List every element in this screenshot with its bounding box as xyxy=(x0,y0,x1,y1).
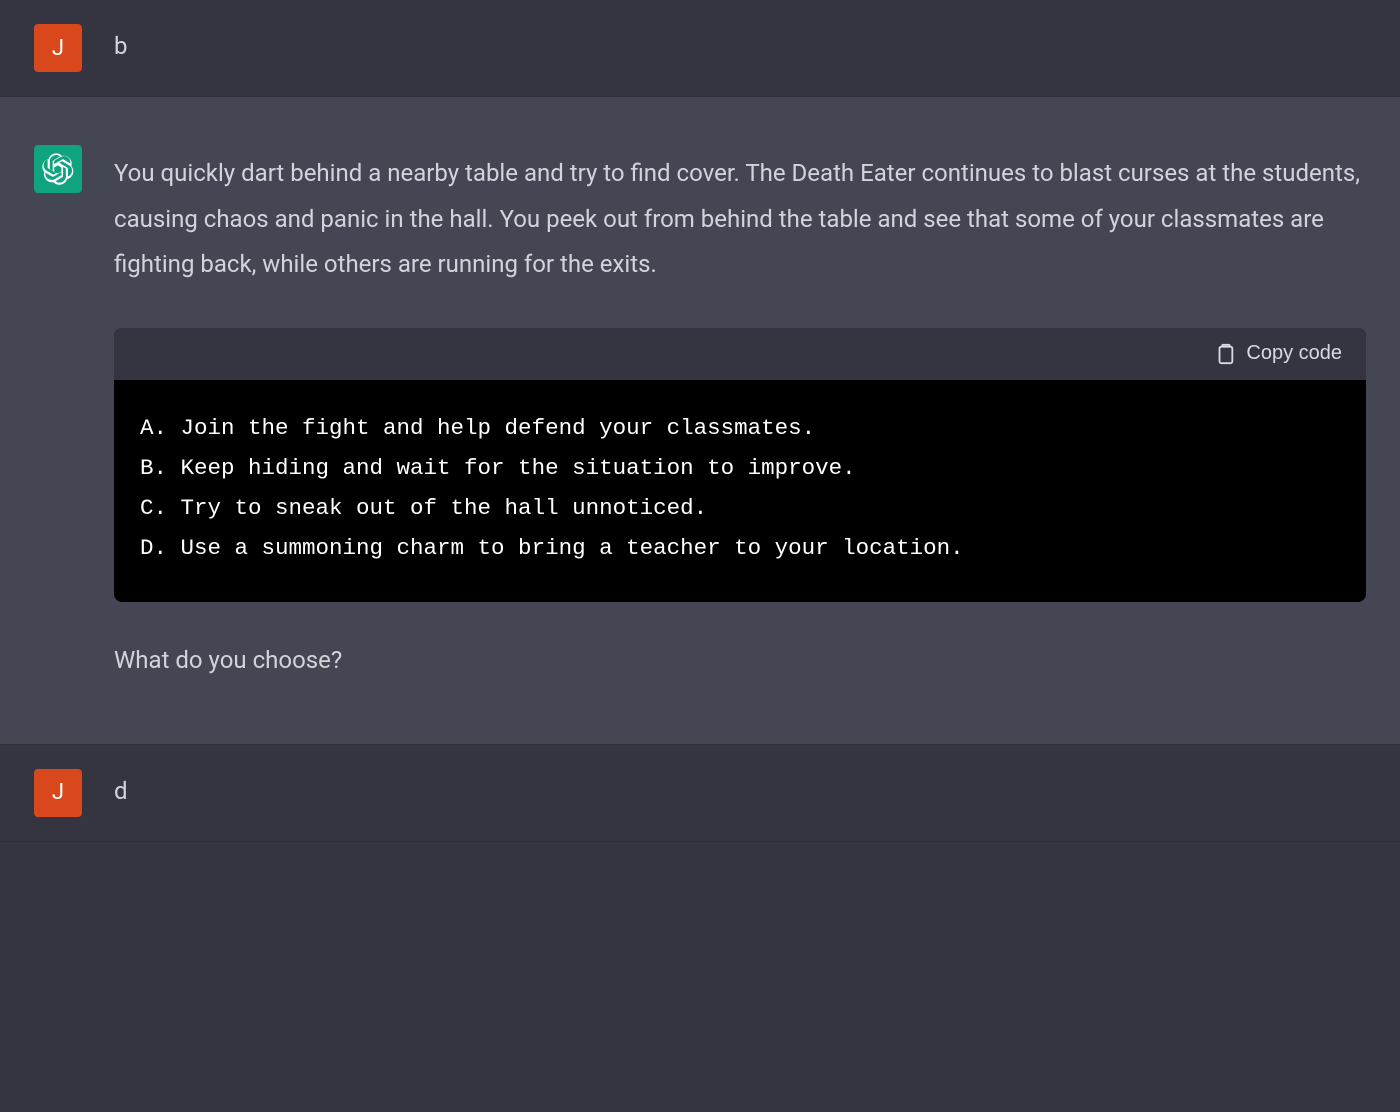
copy-code-label: Copy code xyxy=(1246,342,1342,365)
openai-logo-icon xyxy=(42,153,74,185)
user-avatar: J xyxy=(34,769,82,817)
user-message-row: J b xyxy=(0,0,1400,97)
clipboard-icon xyxy=(1214,342,1236,366)
user-message-row: J d xyxy=(0,745,1400,842)
assistant-message-row: You quickly dart behind a nearby table a… xyxy=(0,97,1400,745)
code-line: D. Use a summoning charm to bring a teac… xyxy=(140,528,1340,568)
user-avatar: J xyxy=(34,24,82,72)
assistant-message-content: You quickly dart behind a nearby table a… xyxy=(114,145,1366,684)
assistant-paragraph: You quickly dart behind a nearby table a… xyxy=(114,151,1366,288)
user-avatar-letter: J xyxy=(52,780,64,805)
code-line: C. Try to sneak out of the hall unnotice… xyxy=(140,488,1340,528)
code-block: Copy code A. Join the fight and help def… xyxy=(114,328,1366,602)
assistant-avatar xyxy=(34,145,82,193)
code-block-body: A. Join the fight and help defend your c… xyxy=(114,380,1366,602)
code-line: A. Join the fight and help defend your c… xyxy=(140,408,1340,448)
user-message-text: d xyxy=(114,769,1366,817)
user-message-text: b xyxy=(114,24,1366,72)
assistant-prompt: What do you choose? xyxy=(114,638,1366,684)
copy-code-button[interactable]: Copy code xyxy=(1214,342,1342,366)
code-block-header: Copy code xyxy=(114,328,1366,380)
user-avatar-letter: J xyxy=(52,36,64,61)
code-line: B. Keep hiding and wait for the situatio… xyxy=(140,448,1340,488)
